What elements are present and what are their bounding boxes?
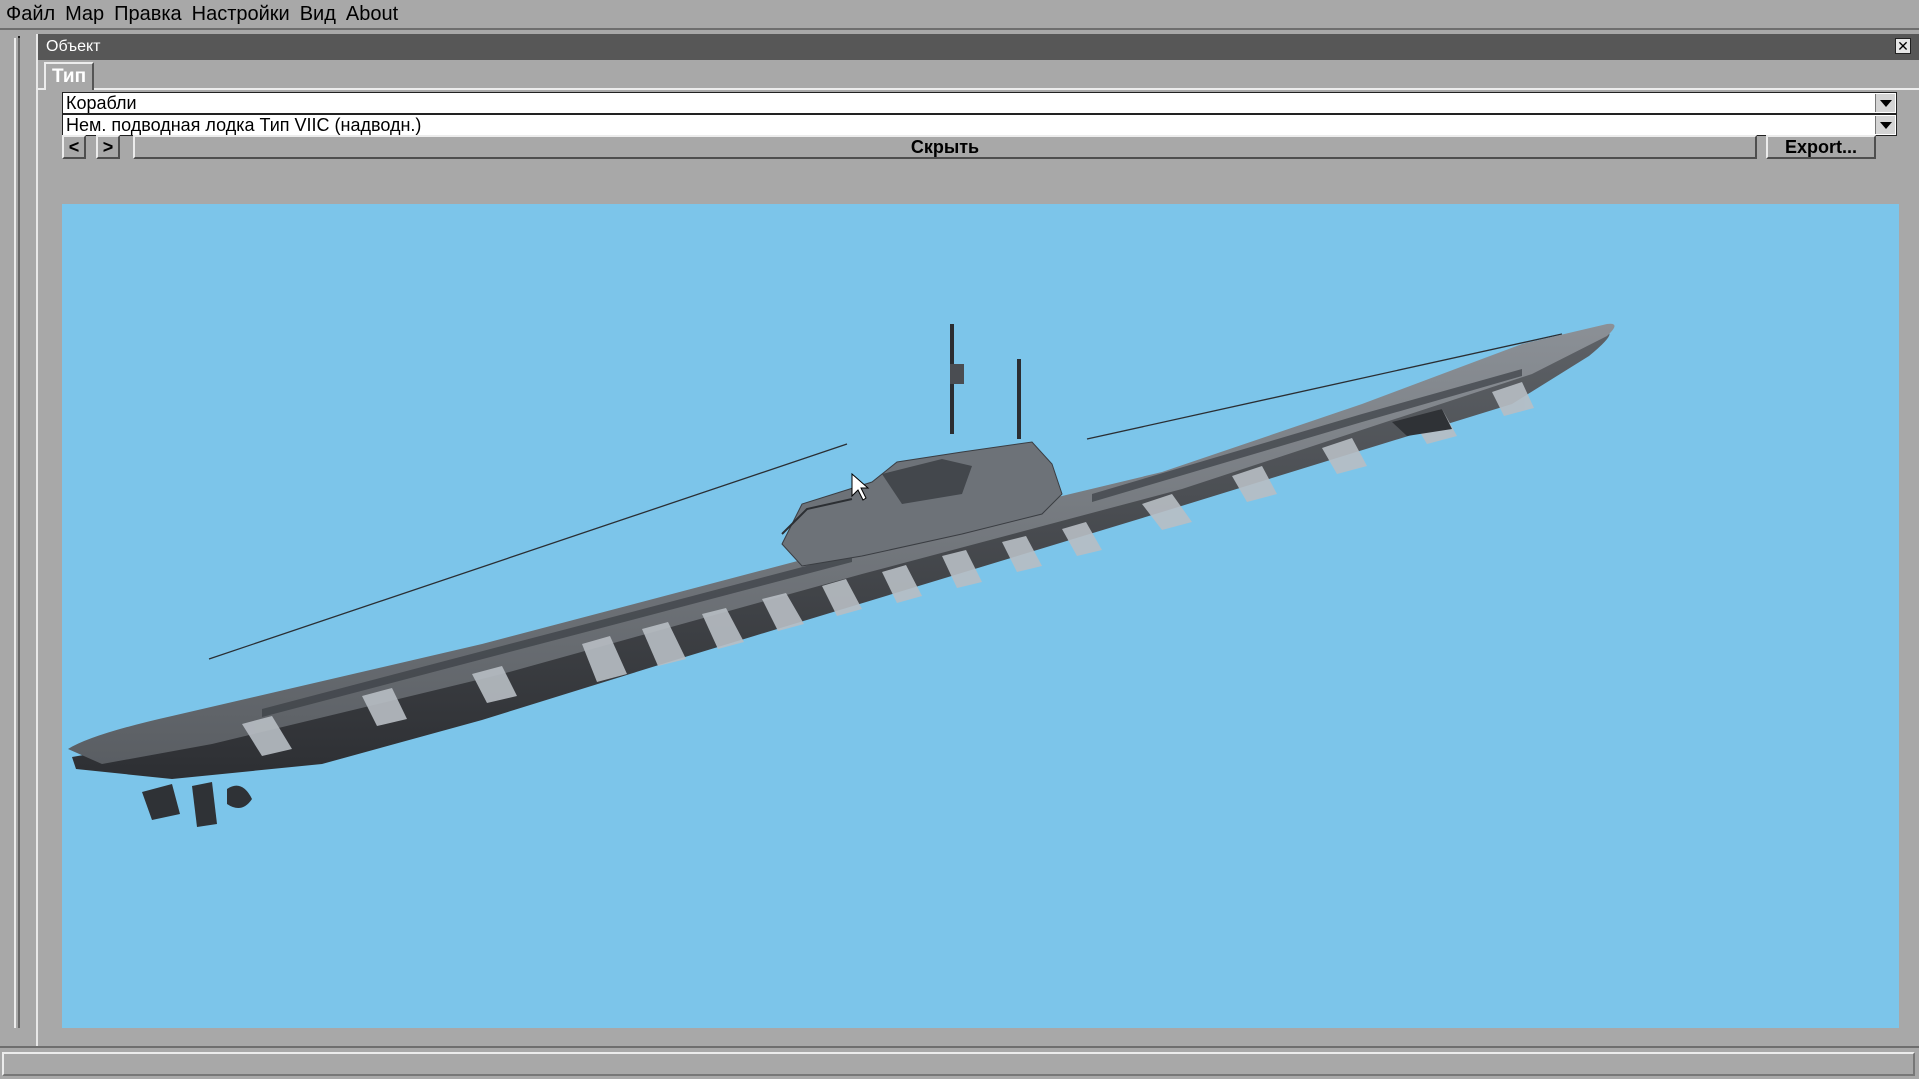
menu-file[interactable]: Файл — [0, 0, 59, 28]
prev-button[interactable]: < — [62, 135, 86, 159]
object-select-value: Нем. подводная лодка Тип VIIC (надводн.) — [66, 115, 422, 135]
propeller — [227, 785, 252, 808]
close-icon[interactable]: ✕ — [1895, 38, 1911, 54]
menu-bar: Файл Map Правка Настройки Вид About — [0, 0, 1919, 30]
hide-button[interactable]: Скрыть — [133, 135, 1757, 159]
object-select[interactable]: Нем. подводная лодка Тип VIIC (надводн.) — [62, 114, 1897, 136]
periscope-head — [950, 364, 964, 384]
object-window: Объект ✕ Тип Корабли Нем. подводная лодк… — [36, 34, 1919, 1046]
stern-plane — [192, 782, 217, 827]
menu-view[interactable]: Вид — [294, 0, 340, 28]
dock-grip — [18, 36, 20, 38]
3d-viewport[interactable] — [62, 204, 1899, 1028]
left-dock-strip — [0, 30, 36, 1068]
menu-about[interactable]: About — [340, 0, 402, 28]
mast — [1017, 359, 1021, 439]
menu-map[interactable]: Map — [59, 0, 108, 28]
menu-edit[interactable]: Правка — [108, 0, 186, 28]
category-select-value: Корабли — [66, 93, 137, 113]
tab-type[interactable]: Тип — [44, 62, 95, 90]
status-bar — [0, 1046, 1919, 1079]
export-button[interactable]: Export... — [1766, 135, 1876, 159]
next-button[interactable]: > — [96, 135, 120, 159]
chevron-down-icon[interactable] — [1875, 116, 1895, 134]
chevron-down-icon[interactable] — [1875, 94, 1895, 112]
dock-splitter[interactable] — [14, 38, 20, 1028]
submarine-model — [68, 323, 1615, 827]
menu-settings[interactable]: Настройки — [186, 0, 294, 28]
status-bar-panel — [2, 1052, 1915, 1076]
category-select[interactable]: Корабли — [62, 92, 1897, 114]
rudder — [142, 784, 180, 820]
window-title: Объект — [46, 38, 101, 55]
tab-bar: Тип — [38, 60, 1919, 90]
window-titlebar[interactable]: Объект ✕ — [38, 34, 1919, 60]
